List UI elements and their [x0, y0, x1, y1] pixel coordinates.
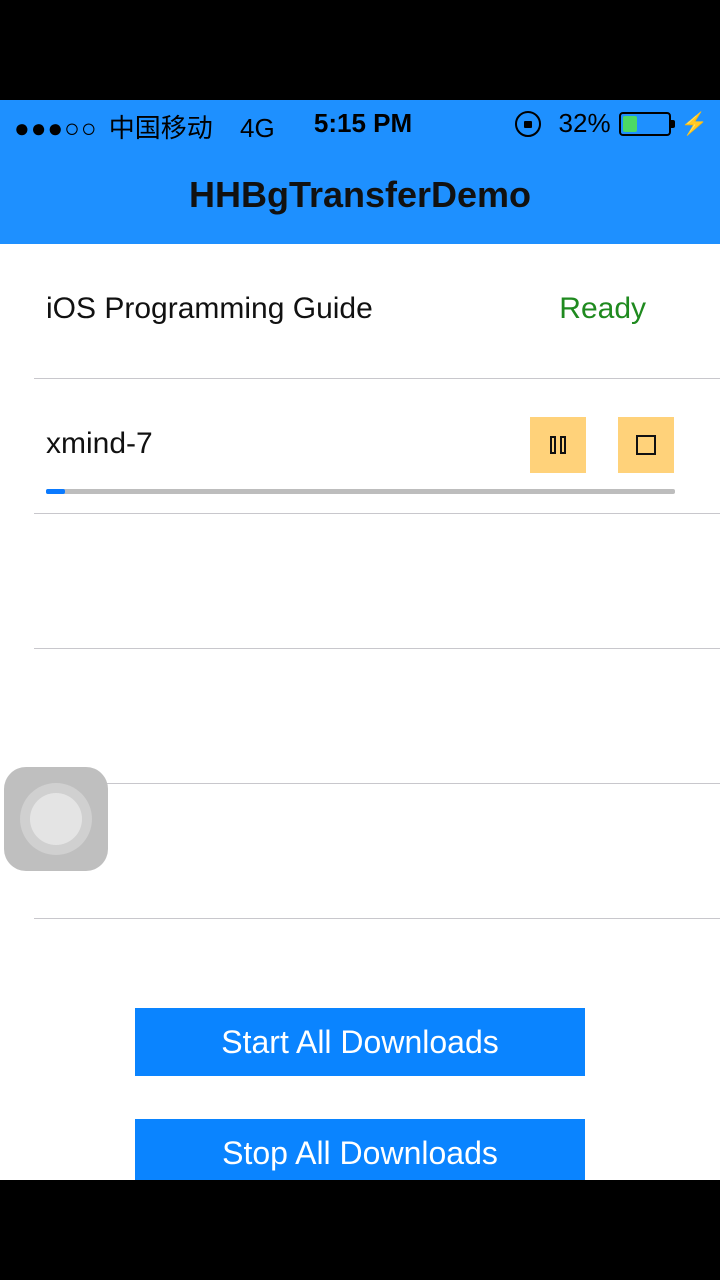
stop-button[interactable]	[618, 417, 674, 473]
empty-row	[34, 649, 720, 784]
stop-icon	[636, 435, 656, 455]
start-all-downloads-button[interactable]: Start All Downloads	[135, 1008, 585, 1076]
download-progress-fill	[46, 489, 65, 494]
download-name: xmind-7	[46, 427, 153, 460]
download-row[interactable]: iOS Programming Guide Ready	[34, 244, 720, 379]
status-bar: ●●●○○ 中国移动 4G 5:15 PM 32% ⚡	[0, 100, 720, 146]
battery-percent: 32%	[558, 108, 611, 138]
page-title: HHBgTransferDemo	[188, 174, 532, 215]
empty-row	[34, 514, 720, 649]
assistive-touch-button[interactable]	[4, 767, 108, 871]
stop-all-downloads-button[interactable]: Stop All Downloads	[135, 1119, 585, 1180]
app-screen: ●●●○○ 中国移动 4G 5:15 PM 32% ⚡ HHBgTransfer…	[0, 100, 720, 1180]
download-name: iOS Programming Guide	[46, 292, 373, 325]
download-progress-bar	[46, 489, 675, 494]
pause-icon	[550, 436, 566, 454]
battery-icon	[618, 111, 675, 136]
download-row[interactable]: xmind-7	[34, 379, 720, 514]
download-status: Ready	[559, 292, 646, 325]
navigation-bar: HHBgTransferDemo	[0, 146, 720, 244]
empty-row	[34, 784, 720, 919]
charging-bolt-icon: ⚡	[680, 110, 708, 136]
pause-button[interactable]	[530, 417, 586, 473]
orientation-lock-icon	[514, 110, 541, 137]
